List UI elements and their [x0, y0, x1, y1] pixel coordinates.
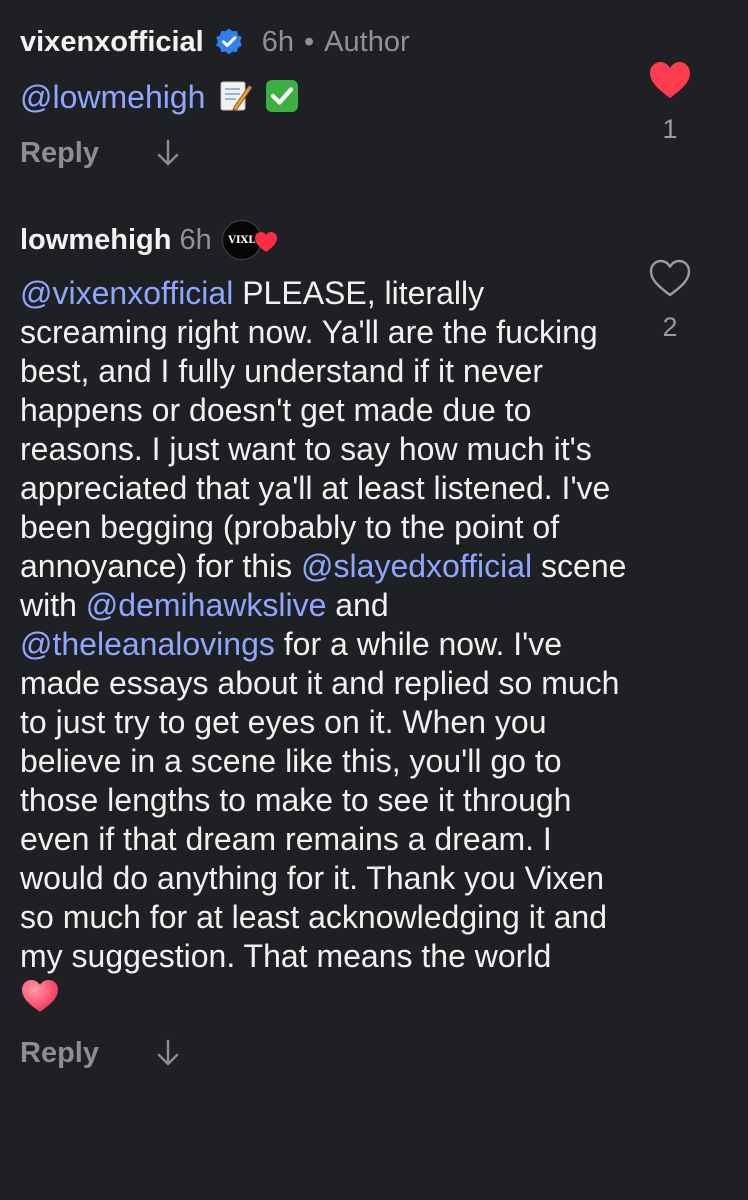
comment-body: @lowmehigh	[20, 78, 728, 117]
like-area: 2	[642, 258, 698, 343]
comment-text: PLEASE, literally screaming right now. Y…	[20, 275, 611, 584]
comment-footer: Reply	[20, 1033, 728, 1073]
arrow-down-icon[interactable]	[157, 139, 179, 167]
mention-link[interactable]: @lowmehigh	[20, 79, 205, 115]
heart-badge-icon	[254, 232, 277, 252]
heart-outline-icon[interactable]	[648, 258, 692, 298]
like-count: 2	[662, 312, 678, 342]
memo-emoji-icon	[220, 81, 253, 111]
separator-dot: •	[304, 25, 315, 58]
mention-link[interactable]: @demihawkslive	[86, 587, 327, 623]
author-tag: Author	[324, 25, 410, 58]
comment-lowmehigh: lowmehigh 6h VIXL @vixenxofficial PLEASE…	[20, 216, 728, 1073]
mention-link[interactable]: @slayedxofficial	[301, 548, 532, 584]
mention-link[interactable]: @vixenxofficial	[20, 275, 233, 311]
channel-badge: VIXL	[221, 220, 278, 260]
comment-time: 6h	[179, 223, 212, 256]
heart-emoji-line	[20, 978, 640, 1023]
username[interactable]: lowmehigh	[20, 224, 171, 257]
reply-button[interactable]: Reply	[20, 137, 99, 170]
reply-button[interactable]: Reply	[20, 1037, 99, 1070]
comment-header: lowmehigh 6h VIXL	[20, 216, 728, 264]
heart-filled-icon[interactable]	[648, 60, 692, 100]
like-count: 1	[662, 114, 678, 144]
comment-text: for a while now. I've made essays about …	[20, 626, 620, 974]
username[interactable]: vixenxofficial	[20, 26, 204, 59]
comment-body: @vixenxofficial PLEASE, literally scream…	[20, 274, 640, 1023]
check-mark-emoji-icon	[266, 80, 299, 112]
comment-time: 6h	[261, 25, 295, 58]
heart-emoji-icon	[22, 980, 58, 1012]
mention-link[interactable]: @theleanalovings	[20, 626, 275, 662]
verified-badge-icon	[215, 28, 242, 55]
comment-footer: Reply	[20, 133, 728, 173]
like-area: 1	[642, 60, 698, 145]
comment-header: vixenxofficial 6h • Author	[20, 18, 728, 66]
comment-text: and	[326, 587, 389, 623]
arrow-down-icon[interactable]	[157, 1039, 179, 1067]
comment-vixenxofficial: vixenxofficial 6h • Author @lowmehigh Re…	[20, 18, 728, 173]
